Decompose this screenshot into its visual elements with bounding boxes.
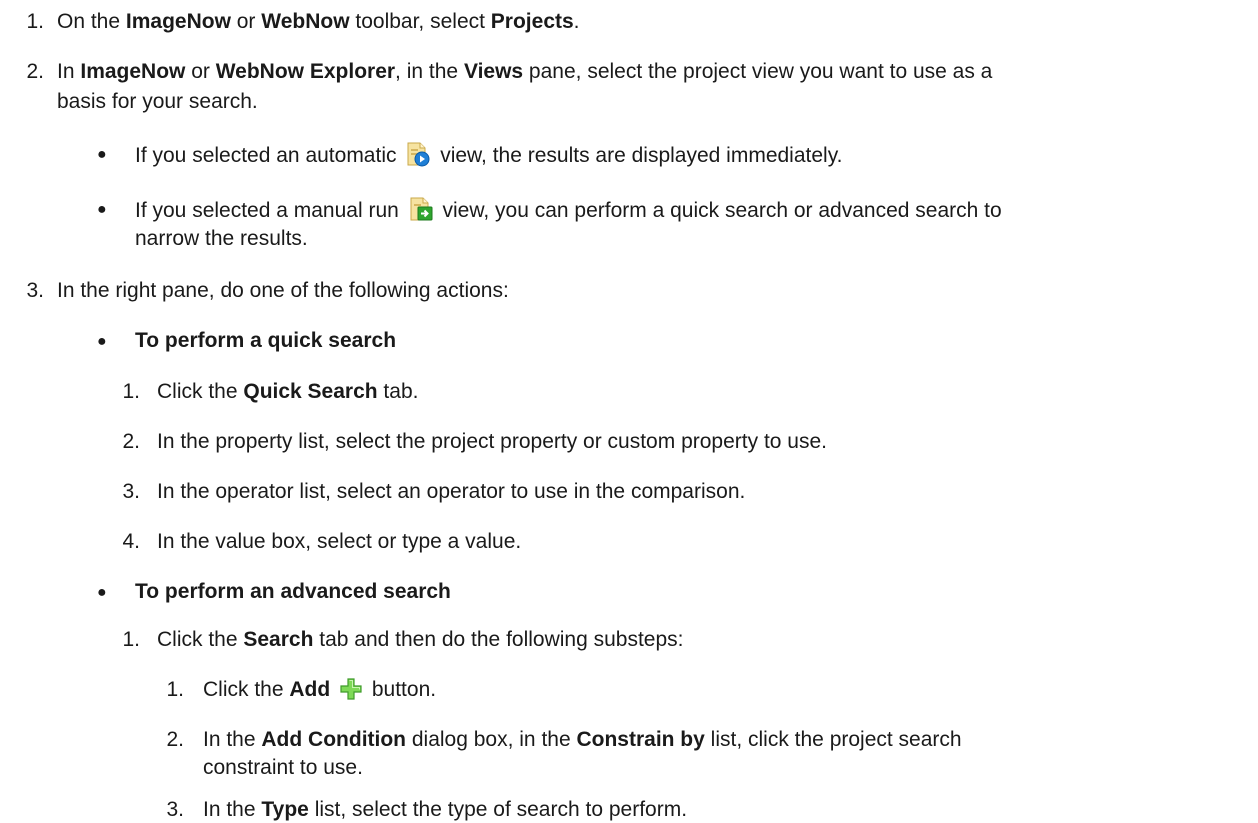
advanced-substep-1: Click the Search tab and then do the fol…: [157, 627, 684, 653]
bold-term: Add Condition: [261, 728, 407, 751]
substep-number: 1.: [166, 678, 184, 701]
quick-substep-1: Click the Quick Search tab.: [157, 379, 418, 405]
advanced-substep-1-3: In the Type list, select the type of sea…: [203, 797, 687, 823]
text: view, the results are displayed immediat…: [440, 144, 843, 167]
text: If you selected a manual run: [135, 199, 399, 222]
step-1-text: On the ImageNow or WebNow toolbar, selec…: [57, 9, 580, 35]
substep-number: 3.: [122, 480, 140, 503]
substep-number: 2.: [166, 728, 184, 751]
bold-term: Projects: [490, 10, 574, 33]
bullet-automatic-view: If you selected an automatic view, the r…: [135, 141, 842, 174]
text: .: [573, 10, 580, 33]
text: toolbar, select: [349, 10, 491, 33]
bullet: ●: [97, 201, 107, 218]
text: Click the: [157, 628, 244, 651]
substep-number: 3.: [166, 798, 184, 821]
text: Click the: [203, 678, 290, 701]
quick-search-heading: To perform a quick search: [135, 329, 397, 352]
advanced-substep-1-2-line2: constraint to use.: [203, 756, 363, 779]
bullet: ●: [97, 333, 107, 350]
bold-term: Type: [261, 798, 309, 821]
bold-term: Constrain by: [576, 728, 705, 751]
quick-substep-4: In the value box, select or type a value…: [157, 530, 522, 553]
bold-term: ImageNow: [125, 10, 231, 33]
step-number: 1.: [26, 10, 44, 33]
text: list, click the project search: [704, 728, 962, 751]
quick-substep-2: In the property list, select the project…: [157, 430, 827, 453]
text: , in the: [395, 60, 464, 83]
step-3-text: In the right pane, do one of the followi…: [57, 279, 509, 302]
substep-number: 2.: [122, 430, 140, 453]
text: dialog box, in the: [406, 728, 577, 751]
advanced-substep-1-1: Click the Add button.: [203, 677, 436, 708]
bold-term: Search: [243, 628, 314, 651]
add-plus-icon: [339, 677, 363, 708]
text: pane, select the project view you want t…: [523, 60, 993, 83]
text: button.: [366, 678, 437, 701]
text: or: [185, 60, 216, 83]
text: In: [57, 60, 81, 83]
bullet-manual-run-view: If you selected a manual run view, you c…: [135, 196, 1002, 229]
step-2-text: In ImageNow or WebNow Explorer, in the V…: [57, 59, 992, 85]
text: view, you can perform a quick search or …: [442, 199, 1002, 222]
bullet: ●: [97, 584, 107, 601]
text: list, select the type of search to perfo…: [308, 798, 688, 821]
text: If you selected an automatic: [135, 144, 397, 167]
bold-term: ImageNow: [80, 60, 186, 83]
bold-term: Add: [289, 678, 331, 701]
substep-number: 1.: [122, 380, 140, 403]
substep-number: 4.: [122, 530, 140, 553]
text: tab.: [377, 380, 419, 403]
step-number: 2.: [26, 60, 44, 83]
bold-term: Quick Search: [243, 380, 378, 403]
quick-substep-3: In the operator list, select an operator…: [157, 480, 746, 503]
text: Click the: [157, 380, 244, 403]
bullet: ●: [97, 146, 107, 163]
text: or: [230, 10, 262, 33]
step-2-text-line2: basis for your search.: [57, 90, 258, 113]
advanced-search-heading: To perform an advanced search: [135, 580, 451, 603]
manual-run-view-icon: [408, 196, 434, 229]
automatic-view-icon: [405, 141, 431, 174]
substep-number: 1.: [122, 628, 140, 651]
bullet-manual-run-line2: narrow the results.: [135, 227, 308, 250]
text: In the: [203, 798, 262, 821]
bold-term: WebNow: [261, 10, 350, 33]
text: On the: [57, 10, 126, 33]
text: In the: [203, 728, 262, 751]
bold-term: Views: [463, 60, 524, 83]
text: tab and then do the following substeps:: [313, 628, 684, 651]
advanced-substep-1-2: In the Add Condition dialog box, in the …: [203, 727, 962, 753]
step-number: 3.: [26, 279, 44, 302]
bold-term: WebNow Explorer: [215, 60, 396, 83]
